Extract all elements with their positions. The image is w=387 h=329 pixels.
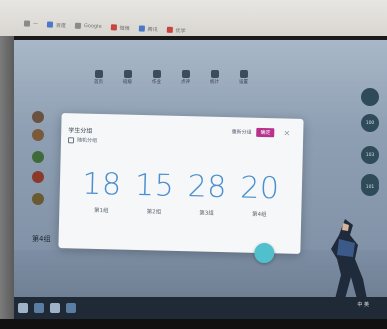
page-icon xyxy=(166,26,173,33)
bookmark-label: 微博 xyxy=(119,25,130,32)
top-nav: 首页 班级 作业 点评 统计 设置 xyxy=(94,66,367,88)
checkbox-icon[interactable] xyxy=(67,136,75,143)
student-row[interactable] xyxy=(32,168,44,186)
option-label: 随机分组 xyxy=(76,137,98,144)
nav-label: 点评 xyxy=(181,79,190,85)
group-label: 第4组 xyxy=(251,211,267,219)
nav-label: 作业 xyxy=(152,79,161,85)
homework-icon xyxy=(152,69,161,78)
nav-label: 班级 xyxy=(123,79,132,85)
student-row[interactable] xyxy=(32,148,44,166)
bookmark-item[interactable]: 腾讯 xyxy=(138,25,158,33)
home-icon xyxy=(94,69,103,78)
google-icon xyxy=(74,22,82,29)
browser-chrome: — 百度 Google 微博 腾讯 优学 xyxy=(0,0,387,36)
group-cell: 20 第4组 xyxy=(233,170,286,219)
side-badge[interactable]: 101 xyxy=(361,178,379,196)
group-count-grid: 18 第1组 15 第2组 28 第3组 20 第4组 xyxy=(71,166,290,219)
monitor-bottom-edge xyxy=(0,319,387,329)
nav-item-homework[interactable]: 作业 xyxy=(152,69,161,85)
dialog-title: 学生分组 xyxy=(68,127,93,135)
tencent-icon xyxy=(138,25,145,32)
group-cell: 18 第1组 xyxy=(75,166,128,215)
nav-item-review[interactable]: 点评 xyxy=(181,69,190,85)
bookmark-label: 优学 xyxy=(175,27,186,34)
avatar xyxy=(32,171,44,183)
confirm-button[interactable]: 确定 xyxy=(256,127,275,138)
ime-indicator[interactable]: 中 英 xyxy=(357,301,369,308)
nav-label: 统计 xyxy=(210,79,219,85)
page-icon xyxy=(23,20,31,27)
app-icon[interactable] xyxy=(50,303,60,313)
side-badge[interactable]: 103 xyxy=(361,146,379,164)
start-icon[interactable] xyxy=(18,303,28,313)
bookmark-label: Google xyxy=(83,23,102,30)
group-label: 第1组 xyxy=(93,207,109,215)
bookmark-label: 腾讯 xyxy=(147,26,158,33)
dialog-actions: 重新分组 确定 × xyxy=(231,127,290,138)
random-group-option[interactable]: 随机分组 xyxy=(67,136,98,144)
nav-label: 设置 xyxy=(239,79,248,85)
nav-item-stats[interactable]: 统计 xyxy=(210,69,219,85)
avatar xyxy=(32,151,44,163)
group-count: 28 xyxy=(187,169,228,206)
nav-item-settings[interactable]: 设置 xyxy=(239,69,248,85)
group-count: 18 xyxy=(81,166,122,203)
review-icon xyxy=(181,69,190,78)
bookmark-item[interactable]: 微博 xyxy=(110,24,130,32)
avatar xyxy=(32,111,44,123)
nav-item-class[interactable]: 班级 xyxy=(123,69,132,85)
group-label: 第2组 xyxy=(146,209,162,216)
section-heading: 第4组 xyxy=(32,235,51,243)
regroup-link[interactable]: 重新分组 xyxy=(231,128,251,135)
close-icon[interactable]: × xyxy=(283,128,290,137)
group-cell: 28 第3组 xyxy=(181,169,234,217)
folder-icon[interactable] xyxy=(66,303,76,313)
group-label: 第3组 xyxy=(199,210,214,217)
bookmark-item[interactable]: — xyxy=(23,20,39,28)
class-icon xyxy=(123,69,132,78)
student-row[interactable] xyxy=(32,190,44,208)
character-illustration xyxy=(331,219,367,299)
bookmark-label: 百度 xyxy=(55,22,67,29)
student-row[interactable] xyxy=(32,126,44,144)
avatar xyxy=(32,129,44,141)
bookmark-label: — xyxy=(32,20,39,28)
gear-icon xyxy=(239,69,248,78)
nav-label: 首页 xyxy=(94,79,103,85)
system-tray: 中 英 xyxy=(357,301,369,308)
group-count: 15 xyxy=(134,167,175,204)
bookmark-item[interactable]: 优学 xyxy=(166,26,186,34)
nav-item-home[interactable]: 首页 xyxy=(94,69,103,85)
group-cell: 15 第2组 xyxy=(128,167,181,216)
monitor-edge xyxy=(0,36,14,319)
side-badge[interactable]: 100 xyxy=(361,114,379,132)
group-count: 20 xyxy=(239,170,280,207)
weibo-icon xyxy=(110,24,117,31)
avatar xyxy=(32,193,44,205)
group-result-dialog: 学生分组 随机分组 重新分组 确定 × 18 第1组 15 第2组 28 第3组… xyxy=(58,113,304,264)
bookmark-item[interactable]: Google xyxy=(74,22,102,30)
side-badge[interactable] xyxy=(361,88,379,106)
baidu-icon xyxy=(46,21,54,28)
bookmark-item[interactable]: 百度 xyxy=(46,21,67,29)
taskbar: 中 英 xyxy=(14,297,387,319)
student-row[interactable] xyxy=(32,108,44,126)
stats-icon xyxy=(210,69,219,78)
browser-icon[interactable] xyxy=(34,303,44,313)
